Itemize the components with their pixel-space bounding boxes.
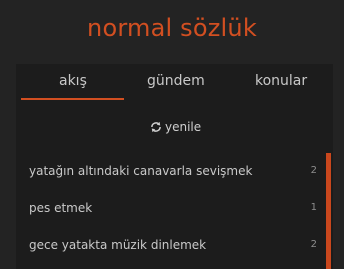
entry-title: pes etmek <box>29 201 93 215</box>
list-item[interactable]: pes etmek 1 <box>16 197 326 221</box>
tab-bar: akış gündem konular <box>16 64 333 102</box>
refresh-button[interactable]: yenile <box>150 120 201 134</box>
list-item[interactable]: gece yatakta müzik dinlemek 2 <box>16 234 326 258</box>
entry-count: 2 <box>310 239 317 250</box>
active-tab-indicator <box>21 98 124 100</box>
scrollbar[interactable] <box>326 153 331 269</box>
refresh-label: yenile <box>165 120 202 134</box>
list-item[interactable]: yatağın altındaki canavarla sevişmek 2 <box>16 160 326 184</box>
entry-count: 1 <box>310 202 317 213</box>
entry-count: 2 <box>310 165 317 176</box>
tab-konular[interactable]: konular <box>255 73 307 89</box>
feed-panel: akış gündem konular yenile yatağın altın… <box>16 64 333 269</box>
refresh-icon <box>151 121 161 133</box>
entry-title: gece yatakta müzik dinlemek <box>29 238 207 252</box>
tab-akis[interactable]: akış <box>59 73 87 89</box>
entry-title: yatağın altındaki canavarla sevişmek <box>29 164 253 178</box>
tab-gundem[interactable]: gündem <box>147 73 205 89</box>
site-title[interactable]: normal sözlük <box>0 14 344 42</box>
